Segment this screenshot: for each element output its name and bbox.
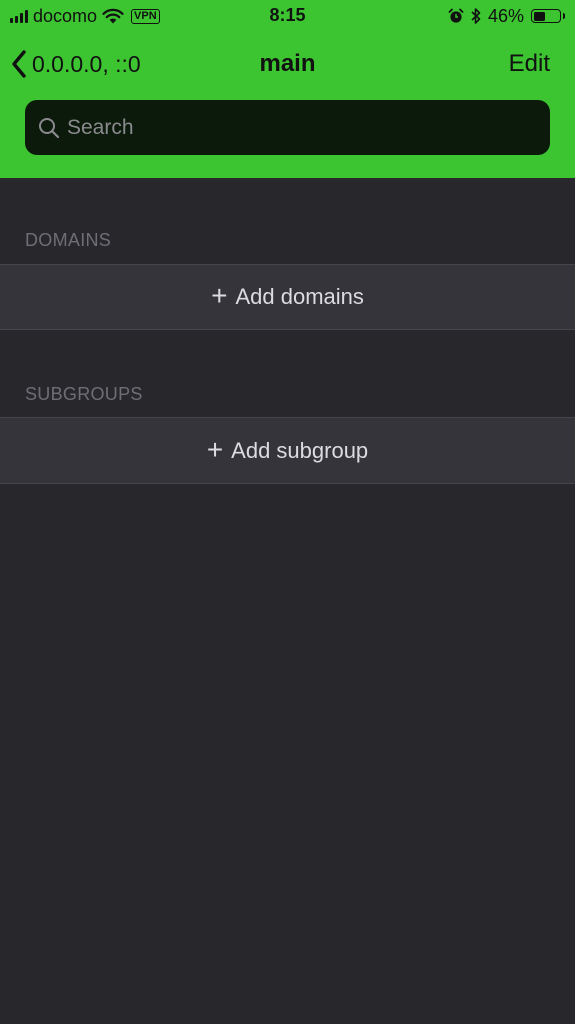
add-domains-label: Add domains [235, 284, 364, 309]
search-bar[interactable] [25, 100, 550, 155]
plus-icon: + [206, 433, 224, 465]
navigation-bar: 0.0.0.0, ::0 main Edit [0, 38, 575, 90]
header: docomo VPN 8:15 46% 0.0.0.0,::0 main Ed… [0, 0, 575, 178]
bluetooth-icon [471, 8, 481, 24]
screen: docomo VPN 8:15 46% 0.0.0.0,::0 main Ed… [0, 0, 575, 1024]
domains-section-header: DOMAINS [25, 230, 112, 250]
status-bar-right: 46% [448, 5, 565, 27]
battery-icon [531, 9, 565, 23]
add-subgroup-label: Add subgroup [231, 437, 369, 463]
add-subgroup-button[interactable]: + Add subgroup [0, 417, 575, 484]
search-input[interactable] [65, 114, 529, 141]
edit-button[interactable]: Edit [509, 50, 550, 78]
plus-icon: + [211, 280, 228, 311]
alarm-icon [448, 8, 464, 23]
add-domains-button[interactable]: + Add domains [0, 264, 575, 330]
page-title: main [259, 50, 316, 77]
battery-percent: 46% [487, 5, 524, 26]
search-icon [39, 117, 60, 138]
status-bar: docomo VPN 8:15 46% [0, 0, 575, 32]
subgroups-section-header: SUBGROUPS [25, 384, 143, 404]
